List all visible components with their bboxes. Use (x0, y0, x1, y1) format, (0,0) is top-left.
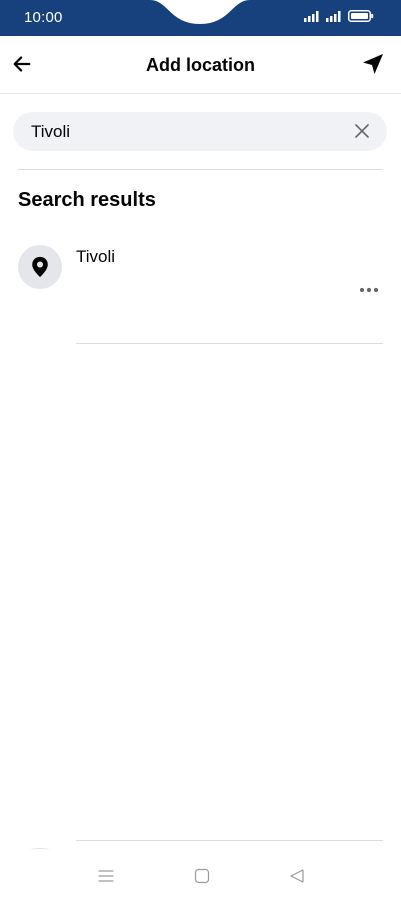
map-pin-icon (32, 256, 48, 278)
divider (76, 343, 383, 344)
home-button[interactable] (188, 864, 216, 888)
status-icons (304, 10, 374, 22)
list-item-peek (30, 848, 50, 853)
search-results-heading: Search results (18, 189, 156, 211)
more-options-button[interactable] (357, 282, 381, 298)
status-time: 10:00 (24, 9, 63, 26)
search-field (13, 112, 387, 151)
recent-apps-button[interactable] (92, 864, 120, 888)
back-nav-button[interactable] (283, 864, 311, 888)
navigation-arrow-icon (363, 54, 383, 74)
more-horizontal-icon (359, 287, 379, 293)
system-nav-bar (0, 856, 401, 900)
status-bar: 10:00 (0, 0, 401, 36)
page-title: Add location (146, 55, 255, 75)
current-location-button[interactable] (359, 50, 387, 78)
search-input[interactable] (31, 112, 341, 151)
signal-icon (304, 10, 319, 22)
signal-icon (326, 10, 341, 22)
menu-icon (98, 870, 114, 882)
result-avatar (18, 245, 62, 289)
list-item[interactable]: Tivoli (0, 238, 401, 344)
divider (18, 169, 383, 170)
clear-search-button[interactable] (353, 122, 371, 140)
home-square-icon (194, 868, 210, 884)
battery-icon (348, 10, 374, 22)
app-header: Add location (0, 36, 401, 94)
close-icon (355, 124, 369, 138)
screen: 10:00 Add location Tivoli Search results… (0, 0, 401, 900)
divider (76, 840, 383, 841)
result-name: Tivoli (76, 247, 116, 266)
back-triangle-icon (290, 869, 304, 883)
